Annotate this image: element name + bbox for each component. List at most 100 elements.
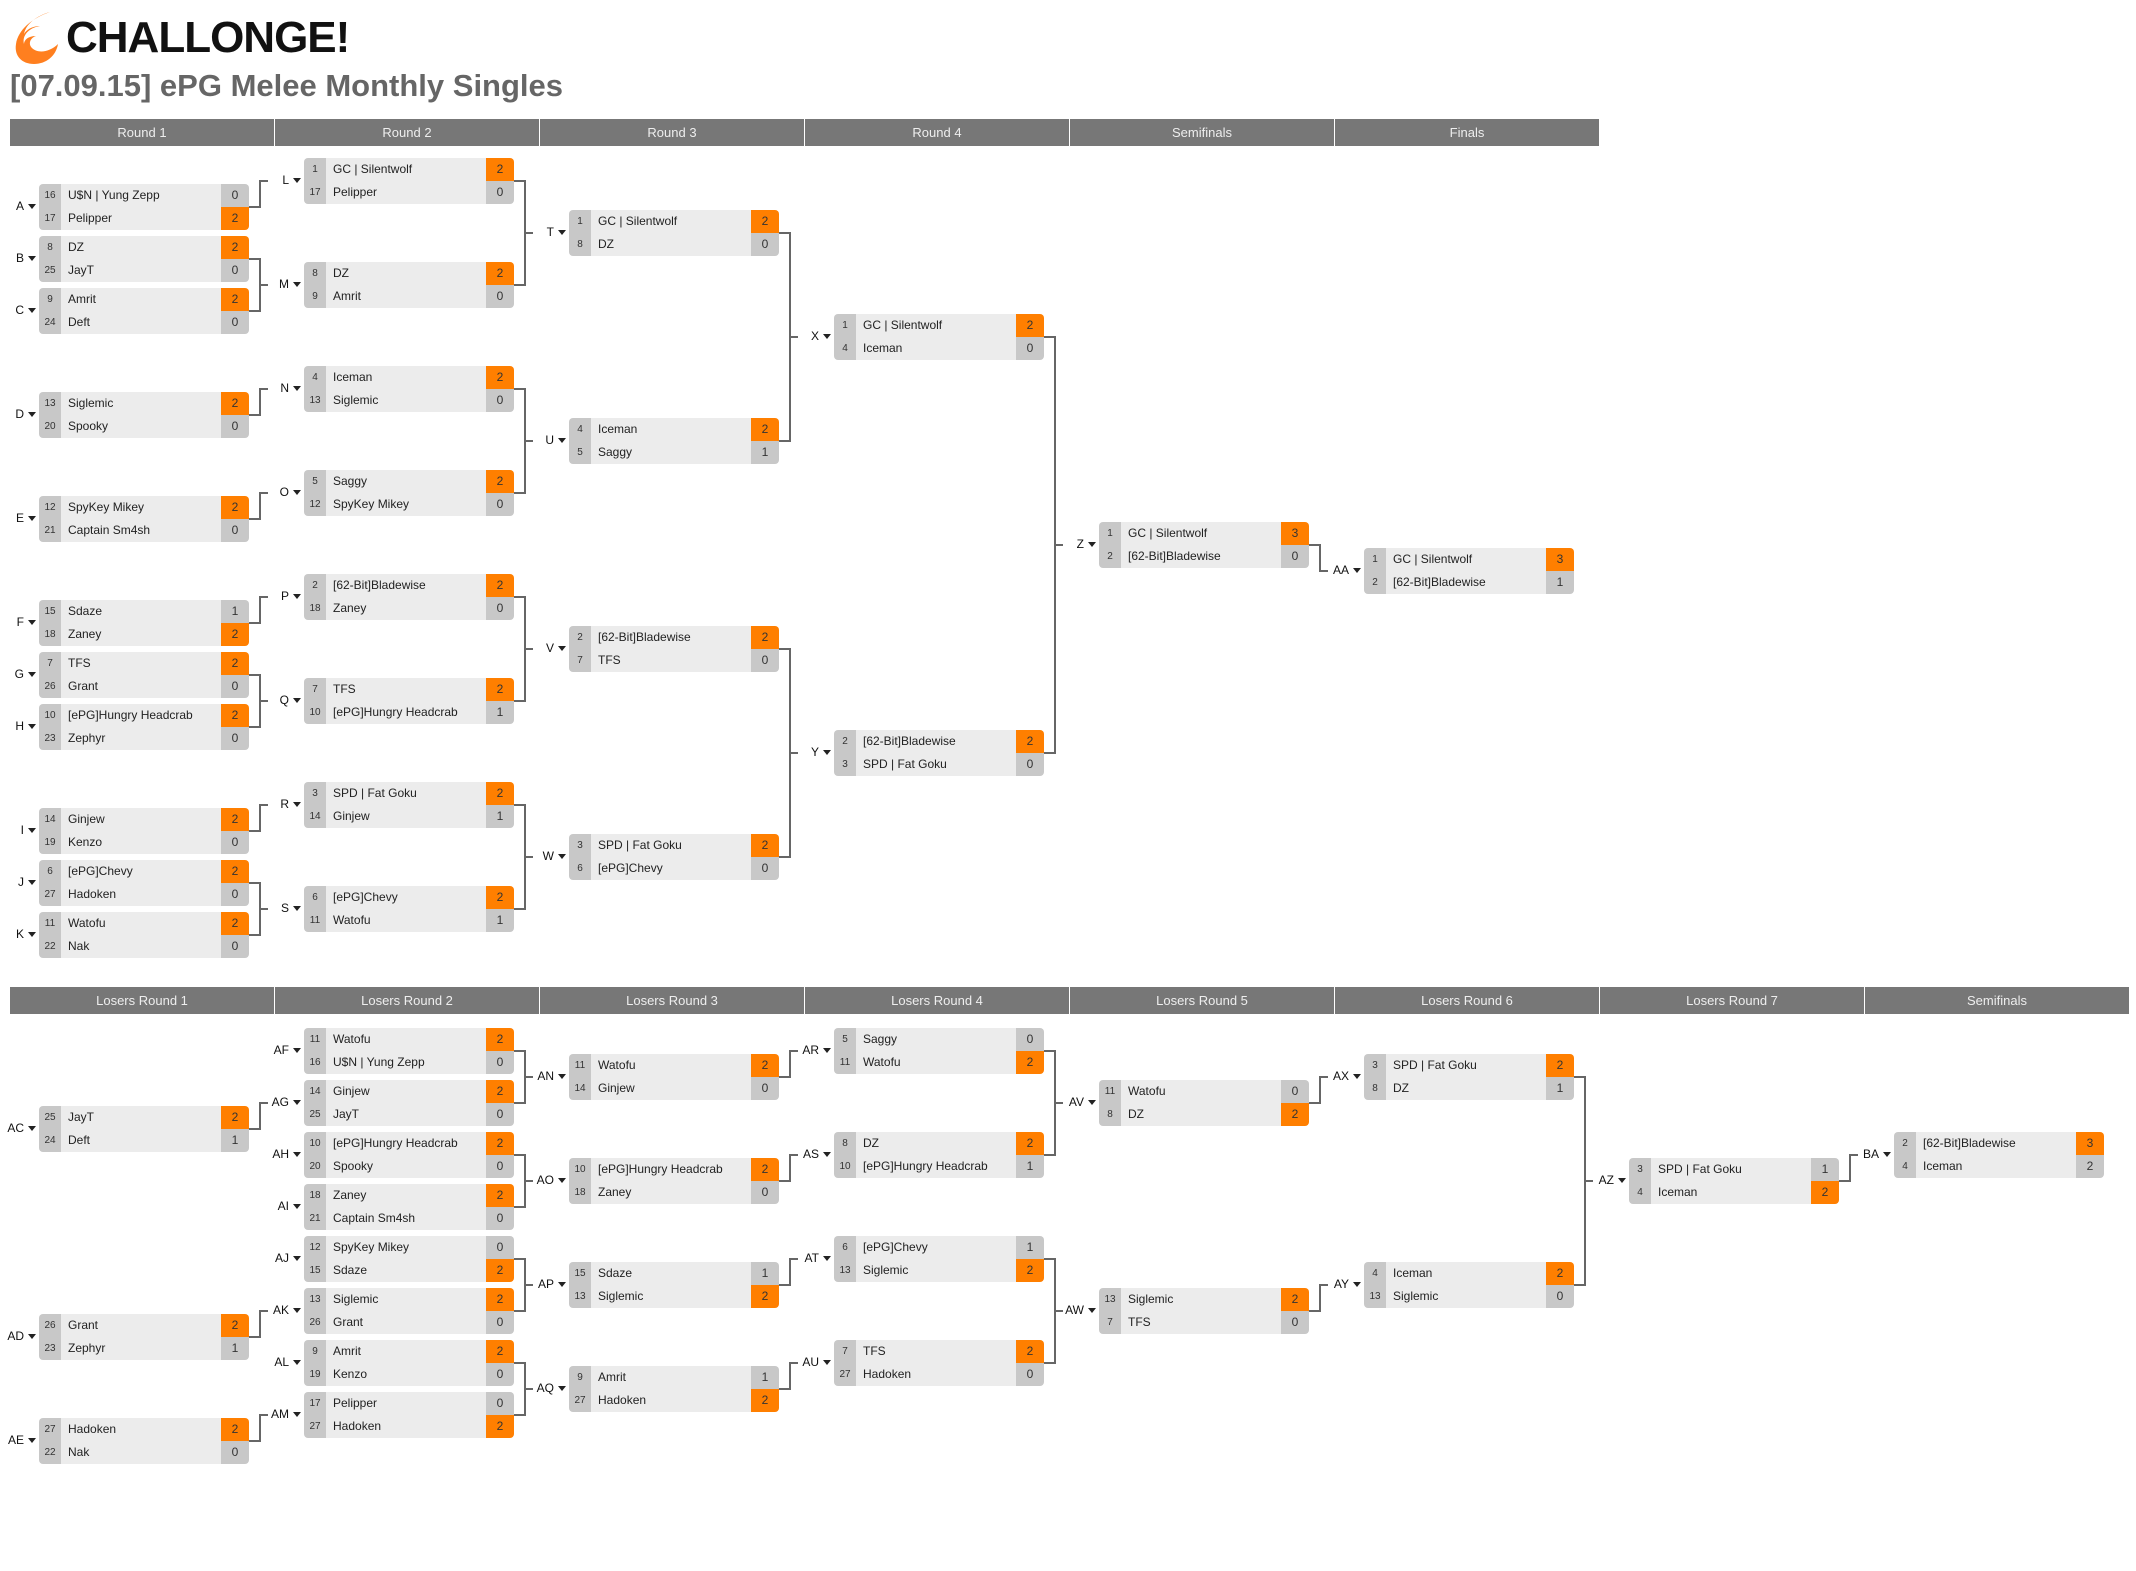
participant-row[interactable]: 7 TFS 2 [834, 1340, 1044, 1364]
match-menu-x[interactable]: X [811, 329, 831, 343]
participant-row[interactable]: 14 Ginjew 2 [39, 808, 249, 832]
match-x[interactable]: 1 GC | Silentwolf 2 4 Iceman 0 [834, 314, 1044, 360]
match-menu-ah[interactable]: AH [272, 1147, 301, 1161]
participant-row[interactable]: 4 Iceman 2 [1629, 1181, 1839, 1204]
participant-row[interactable]: 17 Pelipper 0 [304, 181, 514, 204]
participant-row[interactable]: 8 DZ 2 [1099, 1103, 1309, 1126]
participant-row[interactable]: 10 [ePG]Hungry Headcrab 2 [569, 1158, 779, 1182]
participant-row[interactable]: 19 Kenzo 0 [39, 831, 249, 854]
match-ag[interactable]: 14 Ginjew 2 25 JayT 0 [304, 1080, 514, 1126]
match-al[interactable]: 9 Amrit 2 19 Kenzo 0 [304, 1340, 514, 1386]
match-menu-an[interactable]: AN [537, 1069, 566, 1083]
participant-row[interactable]: 11 Watofu 2 [39, 912, 249, 936]
match-menu-ag[interactable]: AG [272, 1095, 301, 1109]
match-ac[interactable]: 25 JayT 2 24 Deft 1 [39, 1106, 249, 1152]
participant-row[interactable]: 24 Deft 0 [39, 311, 249, 334]
participant-row[interactable]: 23 Zephyr 0 [39, 727, 249, 750]
match-menu-q[interactable]: Q [280, 693, 301, 707]
participant-row[interactable]: 8 DZ 2 [834, 1132, 1044, 1156]
match-aa[interactable]: 1 GC | Silentwolf 3 2 [62-Bit]Bladewise 1 [1364, 548, 1574, 594]
match-menu-y[interactable]: Y [811, 745, 831, 759]
participant-row[interactable]: 16 U$N | Yung Zepp 0 [304, 1051, 514, 1074]
participant-row[interactable]: 13 Siglemic 0 [304, 389, 514, 412]
participant-row[interactable]: 15 Sdaze 2 [304, 1259, 514, 1282]
participant-row[interactable]: 3 SPD | Fat Goku 1 [1629, 1158, 1839, 1182]
match-menu-s[interactable]: S [281, 901, 301, 915]
participant-row[interactable]: 8 DZ 2 [39, 236, 249, 260]
match-menu-ao[interactable]: AO [537, 1173, 566, 1187]
participant-row[interactable]: 26 Grant 0 [39, 675, 249, 698]
match-menu-ay[interactable]: AY [1334, 1277, 1361, 1291]
match-am[interactable]: 17 Pelipper 0 27 Hadoken 2 [304, 1392, 514, 1438]
participant-row[interactable]: 19 Kenzo 0 [304, 1363, 514, 1386]
match-menu-ar[interactable]: AR [802, 1043, 831, 1057]
match-au[interactable]: 7 TFS 2 27 Hadoken 0 [834, 1340, 1044, 1386]
participant-row[interactable]: 2 [62-Bit]Bladewise 2 [304, 574, 514, 598]
participant-row[interactable]: 5 Saggy 0 [834, 1028, 1044, 1052]
match-menu-g[interactable]: G [15, 667, 36, 681]
match-az[interactable]: 3 SPD | Fat Goku 1 4 Iceman 2 [1629, 1158, 1839, 1204]
participant-row[interactable]: 18 Zaney 0 [304, 597, 514, 620]
participant-row[interactable]: 10 [ePG]Hungry Headcrab 2 [39, 704, 249, 728]
participant-row[interactable]: 2 [62-Bit]Bladewise 1 [1364, 571, 1574, 594]
participant-row[interactable]: 21 Captain Sm4sh 0 [304, 1207, 514, 1230]
match-menu-at[interactable]: AT [805, 1251, 831, 1265]
match-menu-al[interactable]: AL [274, 1355, 301, 1369]
match-ah[interactable]: 10 [ePG]Hungry Headcrab 2 20 Spooky 0 [304, 1132, 514, 1178]
match-d[interactable]: 13 Siglemic 2 20 Spooky 0 [39, 392, 249, 438]
participant-row[interactable]: 1 GC | Silentwolf 2 [834, 314, 1044, 338]
match-e[interactable]: 12 SpyKey Mikey 2 21 Captain Sm4sh 0 [39, 496, 249, 542]
match-as[interactable]: 8 DZ 2 10 [ePG]Hungry Headcrab 1 [834, 1132, 1044, 1178]
participant-row[interactable]: 3 SPD | Fat Goku 2 [304, 782, 514, 806]
match-menu-i[interactable]: I [21, 823, 36, 837]
participant-row[interactable]: 13 Siglemic 2 [569, 1285, 779, 1308]
match-menu-ax[interactable]: AX [1333, 1069, 1361, 1083]
match-menu-n[interactable]: N [280, 381, 301, 395]
match-ao[interactable]: 10 [ePG]Hungry Headcrab 2 18 Zaney 0 [569, 1158, 779, 1204]
participant-row[interactable]: 11 Watofu 0 [1099, 1080, 1309, 1104]
participant-row[interactable]: 23 Zephyr 1 [39, 1337, 249, 1360]
participant-row[interactable]: 11 Watofu 2 [304, 1028, 514, 1052]
participant-row[interactable]: 7 TFS 2 [304, 678, 514, 702]
participant-row[interactable]: 1 GC | Silentwolf 3 [1099, 522, 1309, 546]
match-f[interactable]: 15 Sdaze 1 18 Zaney 2 [39, 600, 249, 646]
match-menu-w[interactable]: W [543, 849, 566, 863]
participant-row[interactable]: 25 JayT 0 [304, 1103, 514, 1126]
participant-row[interactable]: 12 SpyKey Mikey 2 [39, 496, 249, 520]
match-menu-au[interactable]: AU [802, 1355, 831, 1369]
match-j[interactable]: 6 [ePG]Chevy 2 27 Hadoken 0 [39, 860, 249, 906]
match-menu-h[interactable]: H [15, 719, 36, 733]
match-ad[interactable]: 26 Grant 2 23 Zephyr 1 [39, 1314, 249, 1360]
match-menu-ak[interactable]: AK [273, 1303, 301, 1317]
participant-row[interactable]: 9 Amrit 0 [304, 285, 514, 308]
participant-row[interactable]: 3 SPD | Fat Goku 0 [834, 753, 1044, 776]
participant-row[interactable]: 11 Watofu 1 [304, 909, 514, 932]
match-p[interactable]: 2 [62-Bit]Bladewise 2 18 Zaney 0 [304, 574, 514, 620]
participant-row[interactable]: 13 Siglemic 2 [39, 392, 249, 416]
match-ar[interactable]: 5 Saggy 0 11 Watofu 2 [834, 1028, 1044, 1074]
match-aq[interactable]: 9 Amrit 1 27 Hadoken 2 [569, 1366, 779, 1412]
participant-row[interactable]: 4 Iceman 0 [834, 337, 1044, 360]
match-menu-a[interactable]: A [16, 199, 36, 213]
match-af[interactable]: 11 Watofu 2 16 U$N | Yung Zepp 0 [304, 1028, 514, 1074]
participant-row[interactable]: 3 SPD | Fat Goku 2 [1364, 1054, 1574, 1078]
match-menu-aw[interactable]: AW [1065, 1303, 1096, 1317]
match-menu-d[interactable]: D [15, 407, 36, 421]
participant-row[interactable]: 10 [ePG]Hungry Headcrab 2 [304, 1132, 514, 1156]
match-aj[interactable]: 12 SpyKey Mikey 0 15 Sdaze 2 [304, 1236, 514, 1282]
participant-row[interactable]: 14 Ginjew 2 [304, 1080, 514, 1104]
participant-row[interactable]: 11 Watofu 2 [569, 1054, 779, 1078]
match-menu-aq[interactable]: AQ [537, 1381, 566, 1395]
match-menu-c[interactable]: C [15, 303, 36, 317]
match-ba[interactable]: 2 [62-Bit]Bladewise 3 4 Iceman 2 [1894, 1132, 2104, 1178]
match-m[interactable]: 8 DZ 2 9 Amrit 0 [304, 262, 514, 308]
match-menu-as[interactable]: AS [803, 1147, 831, 1161]
participant-row[interactable]: 22 Nak 0 [39, 1441, 249, 1464]
match-u[interactable]: 4 Iceman 2 5 Saggy 1 [569, 418, 779, 464]
match-b[interactable]: 8 DZ 2 25 JayT 0 [39, 236, 249, 282]
match-menu-u[interactable]: U [545, 433, 566, 447]
participant-row[interactable]: 15 Sdaze 1 [569, 1262, 779, 1286]
participant-row[interactable]: 24 Deft 1 [39, 1129, 249, 1152]
participant-row[interactable]: 14 Ginjew 1 [304, 805, 514, 828]
participant-row[interactable]: 6 [ePG]Chevy 0 [569, 857, 779, 880]
